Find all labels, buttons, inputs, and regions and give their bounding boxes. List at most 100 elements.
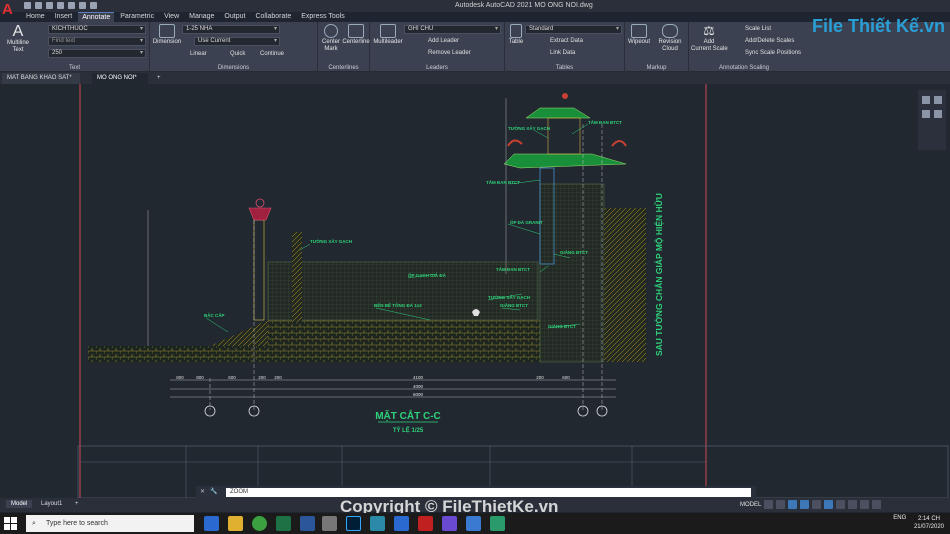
sync-scale-positions-button[interactable]: Sync Scale Positions xyxy=(745,50,801,56)
snap-icon[interactable] xyxy=(776,500,786,509)
new-icon[interactable] xyxy=(24,2,31,9)
revit-icon[interactable] xyxy=(394,516,409,531)
open-icon[interactable] xyxy=(35,2,42,9)
tab-layout1[interactable]: Layout1 xyxy=(36,500,67,508)
dim-label: 800 xyxy=(196,375,204,380)
tab-model[interactable]: Model xyxy=(6,500,33,508)
drawing-canvas[interactable]: 800 800 600 200 200 4100 200 600 4000 60… xyxy=(0,84,950,498)
remove-leader-button[interactable]: Remove Leader xyxy=(428,50,471,56)
language-indicator[interactable]: ENG xyxy=(893,515,906,521)
center-mark-button[interactable]: Center Mark xyxy=(320,24,342,53)
add-leader-button[interactable]: Add Leader xyxy=(428,38,459,44)
excel-icon[interactable] xyxy=(276,516,291,531)
multiline-text-button[interactable]: A Multiline Text xyxy=(4,24,32,54)
close-command-icon[interactable]: ✕ xyxy=(200,488,205,495)
leader-style-select[interactable]: GHI CHU xyxy=(404,25,501,34)
file-explorer-icon[interactable] xyxy=(228,516,243,531)
clock-time: 2:14 CH xyxy=(917,516,940,522)
leaders-panel-label: Leaders xyxy=(426,65,448,71)
tab-view[interactable]: View xyxy=(160,12,183,22)
search-icon: ⌕ xyxy=(32,520,36,527)
annotation-text: TƯỜNG XÂY GẠCH xyxy=(488,293,530,300)
link-data-button[interactable]: Link Data xyxy=(550,50,575,56)
continue-button[interactable]: Continue xyxy=(260,51,284,57)
annotation-text: TƯỜNG XÂY GẠCH xyxy=(508,124,550,131)
quick-button[interactable]: Quick xyxy=(230,51,245,57)
system-tray[interactable]: ENG 2:14 CH 21/07/2020 xyxy=(893,515,944,531)
wipeout-button[interactable]: Wipeout xyxy=(627,24,651,46)
undo-icon[interactable] xyxy=(79,2,86,9)
command-input[interactable]: ZOOM xyxy=(226,488,751,497)
search-placeholder: Type here to search xyxy=(46,520,108,527)
app-icon[interactable] xyxy=(322,516,337,531)
centerline-button[interactable]: Centerline xyxy=(342,24,370,46)
clock[interactable]: 2:14 CH 21/07/2020 xyxy=(914,515,944,531)
new-layout-button[interactable]: + xyxy=(70,500,84,508)
orbit-icon[interactable] xyxy=(934,96,942,104)
chrome-icon[interactable] xyxy=(252,516,267,531)
tab-output[interactable]: Output xyxy=(220,12,249,22)
annotation-scale-icon[interactable] xyxy=(848,500,858,509)
linear-button[interactable]: Linear xyxy=(190,51,207,57)
file-tab-mo-ong-noi[interactable]: MO ONG NOI* xyxy=(92,73,148,84)
edge-icon[interactable] xyxy=(204,516,219,531)
scale-list-button[interactable]: Scale List xyxy=(745,26,771,32)
workspace-icon[interactable] xyxy=(860,500,870,509)
autocad-taskbar-icon[interactable] xyxy=(418,516,433,531)
app-icon-3[interactable] xyxy=(466,516,481,531)
add-current-scale-button[interactable]: ⚖ Add Current Scale xyxy=(691,24,728,53)
save-icon[interactable] xyxy=(46,2,53,9)
app-icon-2[interactable] xyxy=(442,516,457,531)
section-title: MẶT CẮT C-C xyxy=(375,409,441,422)
table-style-select[interactable]: Standard xyxy=(525,25,622,34)
saveas-icon[interactable] xyxy=(57,2,64,9)
find-text-input[interactable]: Find text xyxy=(48,37,146,46)
text-height-select[interactable]: 250 xyxy=(48,49,146,58)
tab-annotate[interactable]: Annotate xyxy=(78,12,115,22)
osnap-icon[interactable] xyxy=(812,500,822,509)
text-style-select[interactable]: KICHTHUOC xyxy=(48,25,146,34)
dimension-button[interactable]: Dimension xyxy=(152,24,182,46)
tab-manage[interactable]: Manage xyxy=(185,12,218,22)
tab-insert[interactable]: Insert xyxy=(51,12,77,22)
file-tab-mat-bang[interactable]: MAT BANG KHAO SAT* xyxy=(2,73,80,84)
3dsmax-icon[interactable] xyxy=(370,516,385,531)
redo-icon[interactable] xyxy=(90,2,97,9)
customize-status-icon[interactable] xyxy=(872,500,882,509)
word-icon[interactable] xyxy=(300,516,315,531)
left-post xyxy=(292,232,302,322)
pan-icon[interactable] xyxy=(922,96,930,104)
model-space-toggle[interactable]: MODEL xyxy=(740,502,761,508)
dim-style-select[interactable]: 1-25 NHA xyxy=(182,25,280,34)
model-space-viewport[interactable]: 800 800 600 200 200 4100 200 600 4000 60… xyxy=(0,84,950,498)
tab-home[interactable]: Home xyxy=(22,12,49,22)
tab-express-tools[interactable]: Express Tools xyxy=(297,12,348,22)
extract-data-button[interactable]: Extract Data xyxy=(550,38,583,44)
customize-icon[interactable]: 🔧 xyxy=(210,488,217,495)
plot-icon[interactable] xyxy=(68,2,75,9)
revision-cloud-button[interactable]: Revision Cloud xyxy=(655,24,685,53)
revision-cloud-icon xyxy=(662,24,678,38)
otrack-icon[interactable] xyxy=(824,500,834,509)
lineweight-icon[interactable] xyxy=(836,500,846,509)
table-button[interactable]: Table xyxy=(507,24,525,46)
tab-parametric[interactable]: Parametric xyxy=(116,12,158,22)
autocad-logo-icon[interactable]: A xyxy=(2,1,16,21)
polar-icon[interactable] xyxy=(800,500,810,509)
new-tab-button[interactable]: + xyxy=(152,73,166,84)
photoshop-icon[interactable] xyxy=(346,516,361,531)
ortho-icon[interactable] xyxy=(788,500,798,509)
dim-label: 800 xyxy=(176,375,184,380)
multileader-button[interactable]: Multileader xyxy=(372,24,404,46)
windows-start-icon[interactable] xyxy=(4,517,18,531)
showmotion-icon[interactable] xyxy=(934,110,942,118)
zoom-icon[interactable] xyxy=(922,110,930,118)
add-delete-scales-button[interactable]: Add/Delete Scales xyxy=(745,38,794,44)
grid-icon[interactable] xyxy=(764,500,774,509)
taskbar-search-input[interactable]: ⌕ Type here to search xyxy=(26,515,194,532)
table-icon xyxy=(510,24,522,38)
tables-panel: Table Standard Extract Data Link Data Ta… xyxy=(505,22,625,72)
tab-collaborate[interactable]: Collaborate xyxy=(251,12,295,22)
app-icon-4[interactable] xyxy=(490,516,505,531)
dim-layer-select[interactable]: Use Current xyxy=(194,37,280,46)
